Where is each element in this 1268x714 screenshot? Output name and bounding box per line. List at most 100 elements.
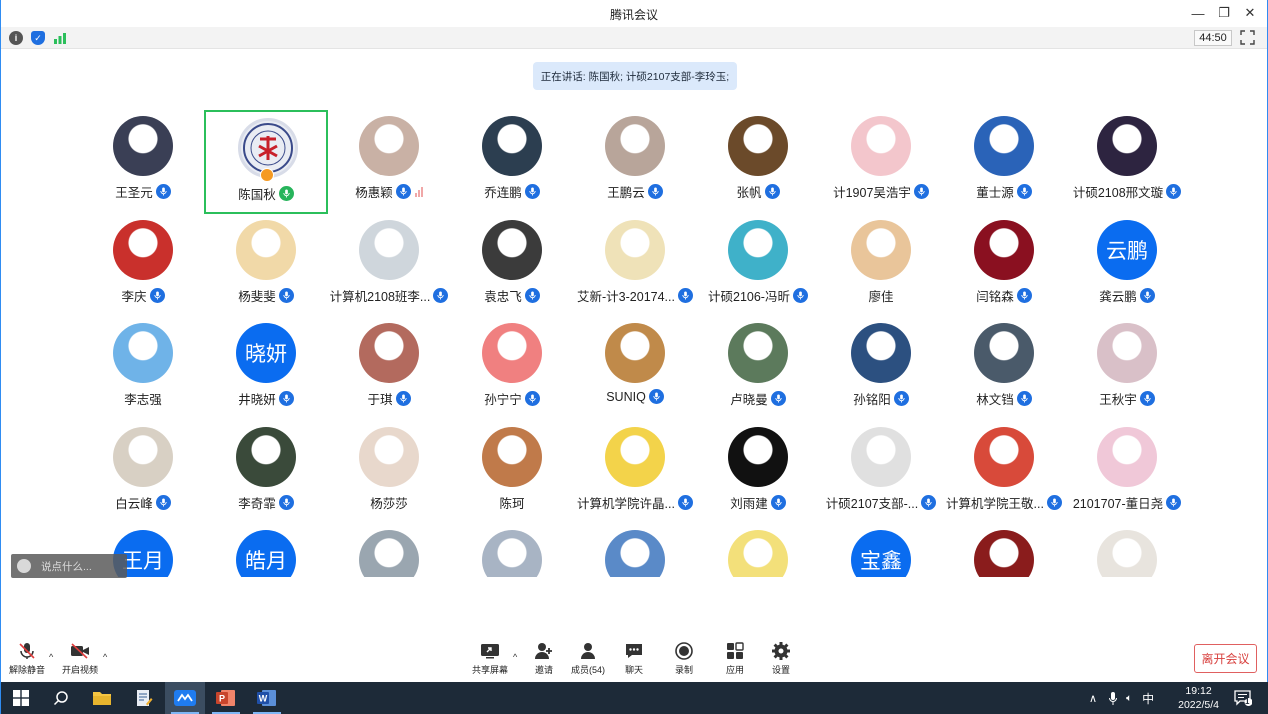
chat-input[interactable]: 说点什么...	[11, 554, 127, 578]
participant-tile[interactable]: 计1907吴浩宇	[819, 110, 943, 214]
participant-name: 计算机学院许晶...	[577, 496, 675, 511]
participant-tile[interactable]: 孙宁宁	[450, 317, 574, 421]
microphone-icon	[149, 287, 165, 303]
signal-icon[interactable]	[53, 31, 67, 45]
close-button[interactable]: ✕	[1239, 3, 1261, 23]
ime-indicator[interactable]: 中	[1142, 690, 1154, 707]
shield-icon[interactable]: ✓	[31, 31, 45, 45]
participant-name: 陈珂	[499, 496, 525, 511]
participant-tile[interactable]: 计硕2106-冯昕	[696, 214, 820, 318]
participant-tile[interactable]: 王秋宇	[1065, 317, 1189, 421]
windows-start-icon[interactable]	[1, 682, 41, 714]
participant-tile[interactable]: SUNIQ	[573, 317, 697, 421]
participant-tile[interactable]: 李奇霏	[204, 421, 328, 525]
participant-tile[interactable]: 陈珂	[450, 421, 574, 525]
participant-tile[interactable]: 董士源	[942, 110, 1066, 214]
chat-label: 聊天	[624, 665, 643, 675]
avatar	[728, 116, 788, 176]
participant-tile[interactable]: 闫铭森	[942, 214, 1066, 318]
microphone-icon	[395, 184, 411, 199]
participant-tile[interactable]: 张帆	[696, 110, 820, 214]
os-taskbar: P W ∧ 🔈︎ 中 19:12 2022/5/4 1	[1, 682, 1268, 714]
share-screen-button[interactable]: 共享屏幕	[462, 642, 518, 676]
microphone-icon	[1016, 184, 1032, 199]
file-explorer-icon[interactable]	[82, 682, 122, 714]
leave-meeting-button[interactable]: 离开会议	[1194, 644, 1257, 673]
microphone-icon	[1166, 184, 1182, 199]
participant-tile[interactable]: 计算机学院许晶...	[573, 421, 697, 525]
participant-tile[interactable]	[450, 524, 574, 577]
share-screen-label: 共享屏幕	[471, 665, 508, 675]
participant-name: 卢晓曼	[730, 393, 768, 407]
participant-tile[interactable]: 2101707-董日尧	[1065, 421, 1189, 525]
start-video-button[interactable]: 开启视频	[52, 642, 108, 676]
fullscreen-icon[interactable]	[1240, 30, 1255, 45]
record-button[interactable]: 录制	[656, 642, 712, 676]
taskbar-clock[interactable]: 19:12 2022/5/4	[1178, 684, 1219, 712]
video-options-chevron-icon[interactable]: ^	[103, 652, 107, 662]
avatar	[605, 530, 665, 577]
settings-button[interactable]: 设置	[753, 642, 809, 676]
participant-tile[interactable]: 陈国秋	[204, 110, 328, 214]
participant-name: 李庆	[121, 289, 147, 304]
chat-button[interactable]: 聊天	[606, 642, 662, 676]
participant-tile[interactable]	[696, 524, 820, 577]
participant-tile[interactable]: 乔连鹏	[450, 110, 574, 214]
participant-tile[interactable]: 卢晓曼	[696, 317, 820, 421]
notification-center-icon[interactable]: 1	[1223, 682, 1263, 714]
participant-name: 王秋宇	[1099, 393, 1137, 407]
participant-tile[interactable]	[1065, 524, 1189, 577]
participant-name: 计算机2108班李...	[329, 289, 431, 304]
participant-tile[interactable]: 孙铭阳	[819, 317, 943, 421]
participant-tile[interactable]: 李志强	[81, 317, 205, 421]
notepad-app-icon[interactable]	[124, 682, 164, 714]
participant-tile[interactable]	[327, 524, 451, 577]
restore-button[interactable]: ❐	[1213, 3, 1235, 23]
participant-tile[interactable]	[942, 524, 1066, 577]
info-icon[interactable]: i	[9, 31, 23, 45]
participant-tile[interactable]: 王鹏云	[573, 110, 697, 214]
tencent-meeting-task-icon[interactable]	[165, 682, 205, 714]
minimize-button[interactable]: —	[1187, 3, 1209, 23]
avatar	[851, 219, 911, 280]
participant-tile[interactable]: 宝鑫	[819, 524, 943, 577]
participant-tile[interactable]: 艾新-计3-20174...	[573, 214, 697, 318]
participant-tile[interactable]: 杨惠颖	[327, 110, 451, 214]
participant-tile[interactable]: 晓妍 井晓妍	[204, 317, 328, 421]
tray-expand-chevron-icon[interactable]: ∧	[1089, 692, 1097, 705]
participant-tile[interactable]: 袁忠飞	[450, 214, 574, 318]
participant-tile[interactable]: 皓月	[204, 524, 328, 577]
participant-tile[interactable]: 云鹏 龚云鹏	[1065, 214, 1189, 318]
participant-grid[interactable]: 王圣元 陈国秋 杨惠颖 乔连鹏 王鹏云 张帆 计1907吴浩宇 董士源 计硕2108邢文璇 李庆杨…	[81, 110, 1201, 577]
participant-tile[interactable]: 于琪	[327, 317, 451, 421]
participant-tile[interactable]: 王圣元	[81, 110, 205, 214]
participant-tile[interactable]	[573, 524, 697, 577]
speaker-icon[interactable]: 🔈︎	[1126, 693, 1132, 704]
emoji-icon[interactable]	[17, 559, 31, 573]
participant-name-row: 王秋宇	[1055, 389, 1199, 408]
svg-text:P: P	[219, 694, 225, 704]
participant-tile[interactable]: 林文铛	[942, 317, 1066, 421]
participant-tile[interactable]: 计算机2108班李...	[327, 214, 451, 318]
participant-tile[interactable]: 廖佳	[819, 214, 943, 318]
avatar	[851, 323, 911, 383]
powerpoint-app-icon[interactable]: P	[206, 682, 246, 714]
participant-name: 王鹏云	[607, 186, 645, 200]
participant-tile[interactable]: 杨斐斐	[204, 214, 328, 318]
participant-tile[interactable]: 白云峰	[81, 421, 205, 525]
unmute-button[interactable]: 解除静音	[0, 642, 55, 676]
avatar	[1097, 530, 1157, 577]
word-app-icon[interactable]: W	[247, 682, 287, 714]
microphone-tray-icon[interactable]	[1109, 691, 1118, 705]
participant-tile[interactable]: 计硕2107支部-...	[819, 421, 943, 525]
search-icon[interactable]	[41, 682, 81, 714]
microphone-icon	[647, 184, 663, 199]
participant-tile[interactable]: 李庆	[81, 214, 205, 318]
participant-tile[interactable]: 刘雨建	[696, 421, 820, 525]
participant-tile[interactable]: 计算机学院王敬...	[942, 421, 1066, 525]
participant-tile[interactable]: 杨莎莎	[327, 421, 451, 525]
avatar	[113, 116, 173, 176]
host-badge-icon	[260, 168, 274, 182]
participant-tile[interactable]: 计硕2108邢文璇	[1065, 110, 1189, 214]
participant-name: 刘雨建	[730, 496, 768, 511]
